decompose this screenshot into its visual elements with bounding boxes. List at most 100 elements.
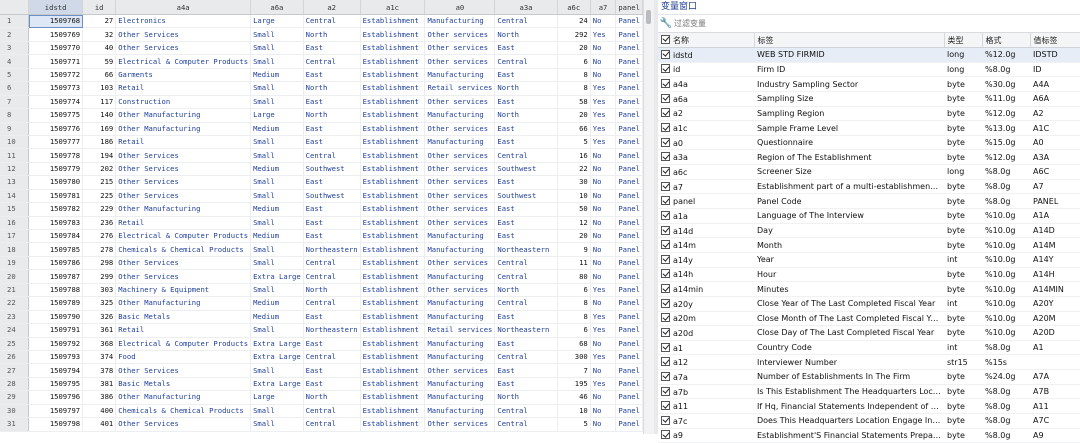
column-header[interactable]: a7: [590, 0, 617, 15]
table-cell[interactable]: Extra Large: [250, 269, 304, 284]
table-cell[interactable]: 1509797: [28, 404, 84, 419]
variables-column-header[interactable]: 类型: [944, 33, 983, 48]
table-cell[interactable]: 7: [557, 363, 591, 378]
table-cell[interactable]: No: [590, 54, 617, 69]
table-cell[interactable]: 1509777: [28, 135, 84, 150]
variable-type[interactable]: byte: [944, 91, 982, 107]
variable-type[interactable]: byte: [944, 135, 982, 151]
table-cell[interactable]: 386: [82, 390, 117, 405]
table-cell[interactable]: Garments: [115, 68, 252, 83]
table-cell[interactable]: Other Services: [115, 269, 252, 284]
variable-value-label[interactable]: A1A: [1030, 208, 1080, 224]
table-cell[interactable]: Electrical & Computer Products: [115, 229, 252, 244]
table-cell[interactable]: 299: [82, 269, 117, 284]
table-cell[interactable]: East: [494, 377, 558, 392]
table-cell[interactable]: Central: [303, 350, 361, 365]
table-cell[interactable]: 1509781: [28, 189, 84, 204]
table-cell[interactable]: Central: [494, 417, 558, 432]
table-cell[interactable]: Panel: [615, 14, 643, 29]
table-row[interactable]: 28 1509795 381 Basic Metals Extra Large East E…: [0, 377, 643, 392]
table-row[interactable]: 25 1509792 368 Electrical & Computer Produc…: [0, 337, 643, 351]
table-cell[interactable]: 6: [557, 54, 591, 69]
table-cell[interactable]: 300: [557, 350, 591, 365]
variable-label[interactable]: Questionnaire: [754, 135, 944, 151]
variable-visible-checkbox[interactable]: [661, 181, 670, 191]
table-cell[interactable]: Electrical & Computer Products: [115, 337, 252, 351]
table-cell[interactable]: Central: [494, 404, 558, 419]
table-cell[interactable]: Northeastern: [494, 323, 558, 338]
variable-name[interactable]: a14y: [658, 252, 754, 268]
table-cell[interactable]: Manufacturing: [424, 337, 496, 351]
variable-name[interactable]: a4a: [658, 76, 754, 92]
variable-type[interactable]: byte: [944, 311, 982, 327]
variable-visible-checkbox[interactable]: [661, 137, 670, 147]
table-cell[interactable]: Other Manufacturing: [115, 296, 252, 311]
table-cell[interactable]: 16: [557, 148, 591, 163]
table-cell[interactable]: Retail: [115, 135, 252, 150]
table-cell[interactable]: Southwest: [303, 189, 361, 204]
variable-visible-checkbox[interactable]: [661, 166, 670, 176]
variable-type[interactable]: long: [944, 62, 982, 78]
variable-type[interactable]: byte: [944, 325, 982, 341]
table-cell[interactable]: 1509793: [28, 350, 84, 365]
table-cell[interactable]: Small: [250, 95, 304, 110]
table-cell[interactable]: East: [494, 229, 558, 244]
table-cell[interactable]: 1509788: [28, 283, 84, 298]
table-cell[interactable]: Manufacturing: [424, 14, 496, 29]
row-number[interactable]: 10: [0, 135, 30, 150]
variable-value-label[interactable]: A0: [1030, 135, 1080, 151]
table-cell[interactable]: Medium: [250, 202, 304, 217]
table-cell[interactable]: Panel: [615, 269, 643, 284]
variable-format[interactable]: %10.0g: [982, 208, 1030, 224]
variable-row[interactable]: a12 Interviewer Number str15 %15s: [658, 354, 1080, 371]
variable-name[interactable]: a6c: [658, 164, 754, 180]
variable-row[interactable]: a14min Minutes byte %10.0g A14MIN: [658, 281, 1080, 297]
variable-name[interactable]: a14d: [658, 223, 754, 239]
variable-format[interactable]: %10.0g: [982, 252, 1030, 268]
table-cell[interactable]: Yes: [590, 95, 617, 110]
table-cell[interactable]: Other Services: [115, 148, 252, 163]
table-cell[interactable]: Central: [494, 296, 558, 311]
table-cell[interactable]: Central: [494, 269, 558, 284]
table-cell[interactable]: Small: [250, 189, 304, 204]
table-cell[interactable]: Establishment: [360, 14, 426, 29]
table-cell[interactable]: East: [303, 175, 361, 190]
table-cell[interactable]: Medium: [250, 162, 304, 177]
variable-row[interactable]: a14y Year int %10.0g A14Y: [658, 252, 1080, 268]
table-cell[interactable]: Yes: [590, 283, 617, 298]
table-cell[interactable]: Manufacturing: [424, 350, 496, 365]
table-cell[interactable]: East: [494, 175, 558, 190]
row-number[interactable]: 8: [0, 108, 30, 123]
variable-name[interactable]: a3a: [658, 149, 754, 166]
table-cell[interactable]: Electrical & Computer Products: [115, 54, 252, 69]
variable-value-label[interactable]: A1: [1030, 340, 1080, 356]
variable-label[interactable]: Close Day of The Last Completed Fiscal Y…: [754, 325, 944, 341]
variable-row[interactable]: a6c Screener Size long %8.0g A6C: [658, 164, 1080, 180]
table-cell[interactable]: Other Services: [115, 363, 252, 378]
variable-label[interactable]: Month: [754, 237, 944, 253]
table-cell[interactable]: Manufacturing: [424, 296, 496, 311]
variable-row[interactable]: a20y Close Year of The Last Completed Fis…: [658, 296, 1080, 312]
table-cell[interactable]: Other services: [424, 162, 496, 177]
variable-type[interactable]: int: [944, 340, 982, 356]
table-cell[interactable]: 292: [557, 27, 591, 42]
table-cell[interactable]: Small: [250, 81, 304, 96]
table-cell[interactable]: 1509791: [28, 323, 84, 338]
table-cell[interactable]: 1509769: [28, 27, 84, 42]
table-cell[interactable]: Establishment: [360, 390, 426, 405]
variable-format[interactable]: %12.0g: [982, 47, 1030, 63]
row-number[interactable]: 16: [0, 216, 30, 231]
table-cell[interactable]: 50: [557, 202, 591, 217]
table-cell[interactable]: Small: [250, 283, 304, 298]
variable-type[interactable]: byte: [944, 193, 982, 210]
table-row[interactable]: 2 1509769 32 Other Services Small North Establ…: [0, 27, 643, 42]
table-cell[interactable]: 361: [82, 323, 117, 338]
table-cell[interactable]: Small: [250, 175, 304, 190]
variable-format[interactable]: %10.0g: [982, 325, 1030, 341]
table-cell[interactable]: Central: [494, 54, 558, 69]
table-cell[interactable]: 1509776: [28, 122, 84, 136]
table-cell[interactable]: Central: [303, 296, 361, 311]
row-number[interactable]: 15: [0, 202, 30, 217]
table-cell[interactable]: Extra Large: [250, 377, 304, 392]
column-header[interactable]: a3a: [494, 0, 558, 15]
